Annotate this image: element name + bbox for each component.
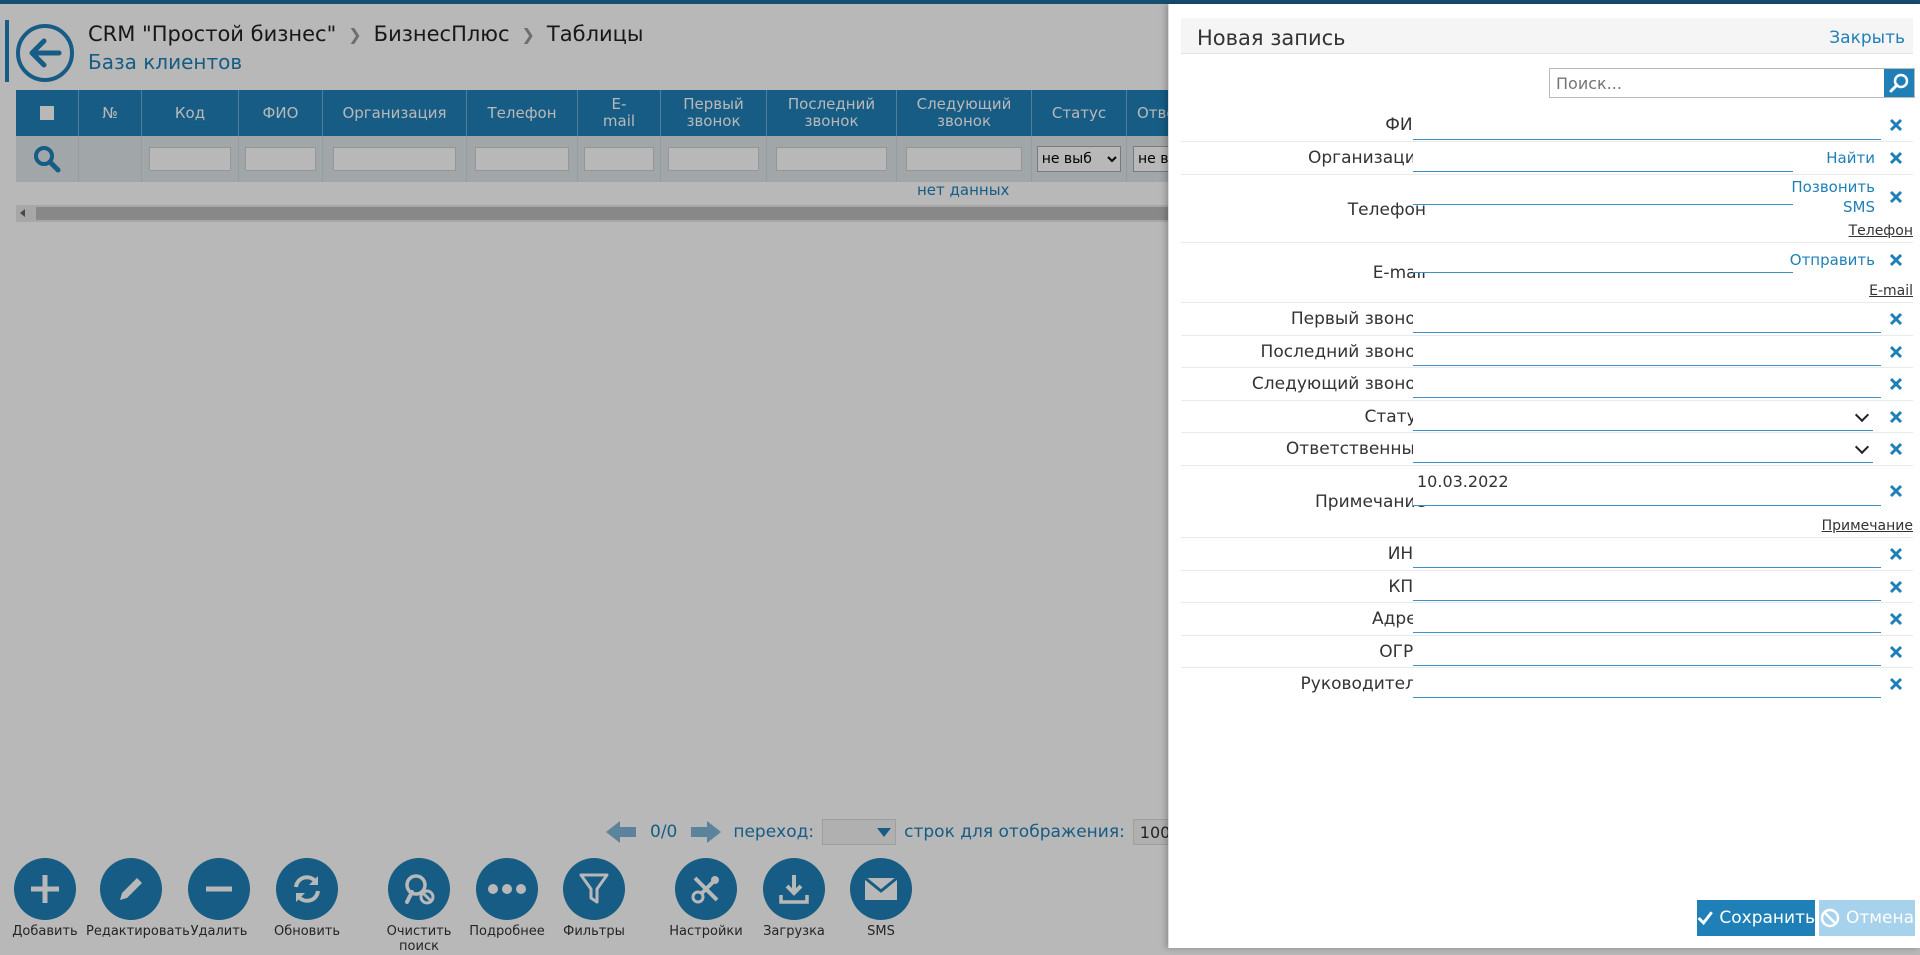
email-input-control[interactable]	[1413, 243, 1793, 272]
clear-ogrn-icon[interactable]	[1887, 643, 1905, 661]
row-kpp: КПП	[1181, 571, 1913, 603]
row-next-call: Следующий звонок	[1181, 368, 1913, 401]
row-address: Адрес	[1181, 603, 1913, 636]
ogrn-input-control[interactable]	[1413, 636, 1881, 665]
kpp-input[interactable]	[1413, 571, 1881, 601]
responsible-select[interactable]	[1413, 433, 1873, 463]
clear-last-call-icon[interactable]	[1887, 343, 1905, 361]
row-first-call: Первый звонок	[1181, 303, 1913, 336]
close-link[interactable]: Закрыть	[1829, 28, 1905, 48]
dialog-search	[1549, 68, 1915, 98]
clear-org-icon[interactable]	[1887, 149, 1905, 167]
row-fio: ФИО	[1181, 110, 1913, 142]
clear-kpp-icon[interactable]	[1887, 578, 1905, 596]
clear-head-icon[interactable]	[1887, 675, 1905, 693]
clear-address-icon[interactable]	[1887, 610, 1905, 628]
inn-input-control[interactable]	[1413, 538, 1881, 567]
address-input[interactable]	[1413, 603, 1881, 633]
ogrn-input[interactable]	[1413, 636, 1881, 666]
new-record-dialog: Новая запись Закрыть ФИО Организация Най…	[1168, 4, 1920, 948]
clear-phone-icon[interactable]	[1887, 188, 1905, 206]
cancel-label: Отмена	[1845, 908, 1915, 928]
row-email: E-mail Отправить E-mail	[1181, 243, 1913, 303]
head-input[interactable]	[1413, 668, 1881, 698]
clear-status-icon[interactable]	[1887, 408, 1905, 426]
next-call-input-control[interactable]	[1413, 368, 1881, 397]
clear-email-icon[interactable]	[1887, 251, 1905, 269]
first-call-input[interactable]	[1413, 303, 1881, 333]
row-ogrn: ОГРН	[1181, 636, 1913, 668]
cancel-button[interactable]: Отмена	[1819, 900, 1915, 936]
label-next-call: Следующий звонок	[1251, 374, 1426, 394]
row-responsible: Ответственный	[1181, 433, 1913, 466]
row-last-call: Последний звонок	[1181, 336, 1913, 368]
dialog-title: Новая запись	[1197, 26, 1346, 50]
find-link[interactable]: Найти	[1826, 148, 1875, 168]
row-org: Организация Найти	[1181, 142, 1913, 175]
phone-input[interactable]	[1413, 175, 1793, 205]
dialog-header: Новая запись Закрыть	[1181, 18, 1913, 54]
last-call-input-control[interactable]	[1413, 336, 1881, 365]
head-input-control[interactable]	[1413, 668, 1881, 697]
label-note: Примечание	[1315, 492, 1426, 512]
row-inn: ИНН	[1181, 538, 1913, 571]
fio-input[interactable]	[1413, 110, 1881, 140]
row-head: Руководитель	[1181, 668, 1913, 701]
first-call-input-control[interactable]	[1413, 303, 1881, 332]
fio-input-control[interactable]	[1413, 110, 1881, 139]
sms-link[interactable]: SMS	[1843, 197, 1875, 217]
label-first-call: Первый звонок	[1290, 309, 1426, 329]
status-select[interactable]	[1413, 401, 1873, 431]
next-call-input[interactable]	[1413, 368, 1881, 398]
clear-responsible-icon[interactable]	[1887, 440, 1905, 458]
label-responsible: Ответственный	[1285, 439, 1426, 459]
kpp-input-control[interactable]	[1413, 571, 1881, 600]
clear-next-call-icon[interactable]	[1887, 375, 1905, 393]
inn-input[interactable]	[1413, 538, 1881, 568]
search-input[interactable]	[1550, 69, 1884, 97]
check-icon	[1697, 911, 1713, 926]
label-org: Организация	[1308, 148, 1426, 168]
label-head: Руководитель	[1300, 674, 1426, 694]
clear-inn-icon[interactable]	[1887, 545, 1905, 563]
note-textarea[interactable]: 10.03.2022	[1413, 466, 1881, 506]
call-link[interactable]: Позвонить	[1791, 177, 1875, 197]
org-input[interactable]	[1413, 142, 1793, 172]
last-call-input[interactable]	[1413, 336, 1881, 366]
clear-note-icon[interactable]	[1887, 482, 1905, 500]
dialog-footer: Сохранить Отмена	[1169, 900, 1920, 940]
ban-icon	[1820, 908, 1840, 928]
label-last-call: Последний звонок	[1260, 342, 1426, 362]
phone-input-control[interactable]	[1413, 175, 1793, 204]
save-button[interactable]: Сохранить	[1697, 900, 1815, 936]
row-note: Примечание 10.03.2022 Примечание	[1181, 466, 1913, 538]
phone-link[interactable]: Телефон	[1849, 223, 1913, 239]
email-link[interactable]: E-mail	[1869, 283, 1913, 299]
org-input-control[interactable]	[1413, 142, 1793, 171]
search-button[interactable]	[1884, 69, 1914, 97]
clear-first-call-icon[interactable]	[1887, 310, 1905, 328]
row-status: Статус	[1181, 401, 1913, 433]
email-input[interactable]	[1413, 243, 1793, 273]
search-icon	[1889, 73, 1909, 93]
send-link[interactable]: Отправить	[1790, 250, 1875, 270]
clear-fio-icon[interactable]	[1887, 116, 1905, 134]
note-link[interactable]: Примечание	[1822, 518, 1913, 534]
address-input-control[interactable]	[1413, 603, 1881, 632]
note-value: 10.03.2022	[1417, 472, 1509, 491]
save-label: Сохранить	[1719, 908, 1815, 928]
row-phone: Телефон Позвонить SMS Телефон	[1181, 175, 1913, 243]
